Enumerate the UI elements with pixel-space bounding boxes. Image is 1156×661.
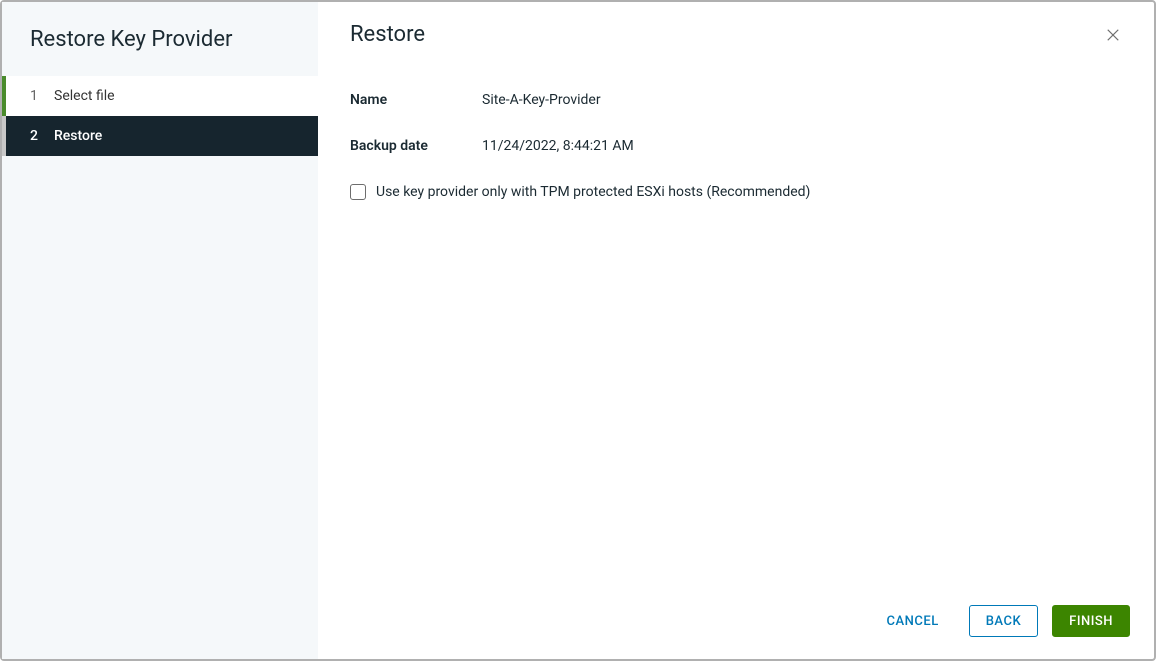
- wizard-steps: 1 Select file 2 Restore: [2, 76, 318, 156]
- content-body: Name Site-A-Key-Provider Backup date 11/…: [318, 56, 1154, 587]
- close-button[interactable]: [1100, 22, 1126, 48]
- name-value: Site-A-Key-Provider: [482, 92, 601, 108]
- back-button[interactable]: BACK: [969, 605, 1038, 637]
- content-header: Restore: [318, 2, 1154, 56]
- step-select-file[interactable]: 1 Select file: [2, 76, 318, 116]
- wizard-sidebar: Restore Key Provider 1 Select file 2 Res…: [2, 2, 318, 659]
- tpm-option-row: Use key provider only with TPM protected…: [350, 184, 1122, 200]
- field-backup-date: Backup date 11/24/2022, 8:44:21 AM: [350, 138, 1122, 154]
- tpm-checkbox[interactable]: [350, 184, 366, 200]
- backup-date-label: Backup date: [350, 138, 482, 154]
- name-label: Name: [350, 92, 482, 108]
- tpm-checkbox-label: Use key provider only with TPM protected…: [376, 184, 810, 200]
- content-footer: CANCEL BACK FINISH: [318, 587, 1154, 659]
- finish-button[interactable]: FINISH: [1052, 605, 1130, 637]
- step-label: Restore: [54, 128, 102, 144]
- close-icon: [1104, 26, 1122, 44]
- backup-date-value: 11/24/2022, 8:44:21 AM: [482, 138, 634, 154]
- content-pane: Restore Name Site-A-Key-Provider Backup …: [318, 2, 1154, 659]
- step-number: 1: [30, 88, 46, 104]
- wizard-title: Restore Key Provider: [2, 10, 318, 76]
- step-label: Select file: [54, 88, 115, 104]
- step-restore[interactable]: 2 Restore: [2, 116, 318, 156]
- content-title: Restore: [350, 22, 425, 47]
- restore-key-provider-modal: Restore Key Provider 1 Select file 2 Res…: [0, 0, 1156, 661]
- cancel-button[interactable]: CANCEL: [871, 605, 955, 637]
- field-name: Name Site-A-Key-Provider: [350, 92, 1122, 108]
- step-number: 2: [30, 128, 46, 144]
